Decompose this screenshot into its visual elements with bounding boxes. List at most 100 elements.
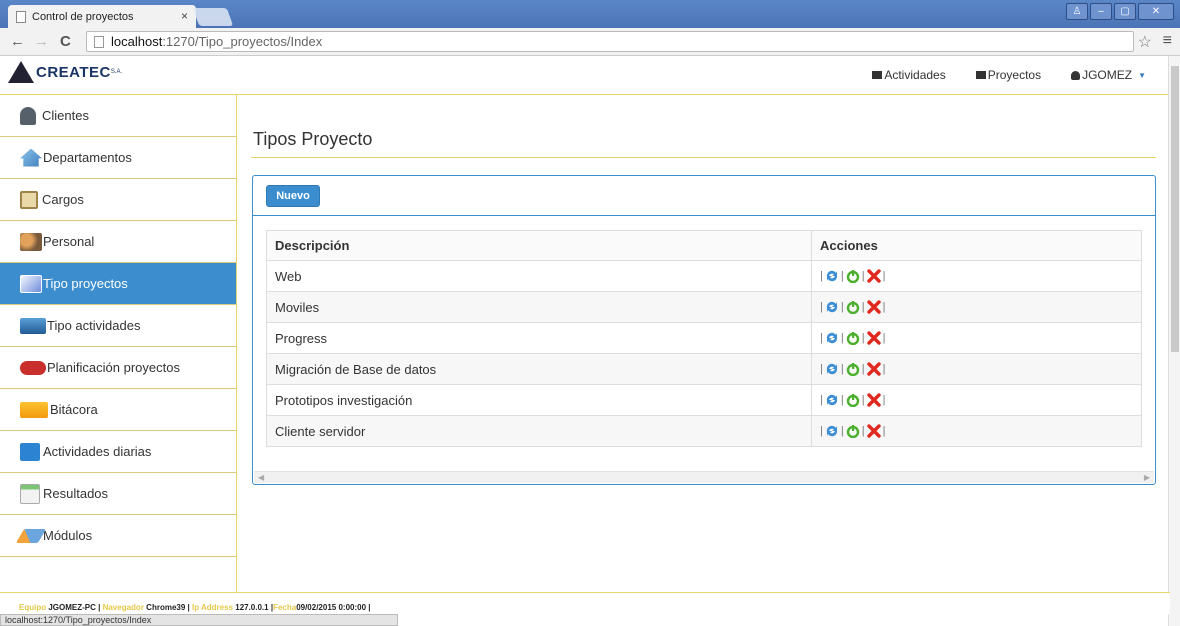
- home-icon: [20, 148, 42, 167]
- edit-icon[interactable]: [825, 424, 839, 438]
- separator: |: [861, 301, 865, 313]
- sidebar-item-label: Personal: [43, 234, 95, 249]
- edit-icon[interactable]: [825, 331, 839, 345]
- action-group: | | | |: [820, 331, 1141, 345]
- title-divider: [251, 157, 1156, 158]
- back-icon[interactable]: ←: [10, 33, 25, 50]
- user-menu[interactable]: JGOMEZ ▼: [1071, 68, 1146, 82]
- new-tab-button[interactable]: [192, 8, 234, 26]
- nav-activities[interactable]: Actividades: [872, 68, 946, 82]
- maximize-icon[interactable]: ▢: [1114, 3, 1136, 20]
- delete-icon[interactable]: [866, 362, 881, 376]
- edit-icon[interactable]: [825, 300, 839, 314]
- bookmark-star-icon[interactable]: ☆: [1138, 32, 1152, 52]
- edit-icon[interactable]: [825, 269, 839, 283]
- delete-icon[interactable]: [866, 424, 881, 438]
- footer-value-equipo: JGOMEZ-PC |: [46, 603, 103, 612]
- sidebar-item-label: Resultados: [43, 486, 109, 501]
- column-header-actions: Acciones: [811, 230, 1142, 261]
- address-bar[interactable]: localhost:1270/Tipo_proyectos/Index: [86, 31, 1134, 52]
- delete-icon[interactable]: [866, 331, 881, 345]
- sidebar-item-label: Tipo actividades: [47, 318, 141, 333]
- delete-icon[interactable]: [866, 393, 881, 407]
- delete-icon[interactable]: [866, 269, 881, 283]
- separator: |: [820, 301, 823, 313]
- sidebar-item-modulos[interactable]: Módulos: [0, 515, 236, 557]
- folder-icon: [20, 317, 46, 334]
- separator: |: [840, 363, 844, 375]
- browser-menu-icon[interactable]: ≡: [1163, 32, 1172, 50]
- row-description: Moviles: [266, 291, 812, 323]
- nav-projects-label: Proyectos: [987, 68, 1042, 82]
- toggle-status-icon[interactable]: [846, 362, 860, 376]
- browser-tab[interactable]: Control de proyectos ×: [8, 5, 196, 28]
- footer-value-ip: 127.0.0.1 |: [233, 603, 274, 612]
- reload-icon[interactable]: C: [60, 33, 71, 50]
- projects-icon: [975, 71, 986, 79]
- separator: |: [840, 301, 844, 313]
- sidebar-item-personal[interactable]: Personal: [0, 221, 236, 263]
- separator: |: [861, 363, 865, 375]
- toggle-status-icon[interactable]: [846, 269, 860, 283]
- edit-icon[interactable]: [825, 362, 839, 376]
- sidebar-item-tipo-proyectos[interactable]: Tipo proyectos: [0, 263, 236, 305]
- user-profile-icon[interactable]: ♙: [1066, 3, 1088, 20]
- separator: |: [882, 363, 886, 375]
- people-icon: [20, 232, 42, 251]
- forward-icon[interactable]: →: [34, 33, 49, 50]
- row-description: Cliente servidor: [266, 415, 812, 447]
- toggle-status-icon[interactable]: [846, 424, 860, 438]
- minimize-icon[interactable]: –: [1090, 3, 1112, 20]
- toggle-status-icon[interactable]: [846, 393, 860, 407]
- new-button[interactable]: Nuevo: [266, 185, 320, 207]
- table-row: Cliente servidor | | | |: [266, 415, 1142, 447]
- separator: |: [820, 425, 823, 437]
- pencil-icon: [15, 528, 47, 543]
- panel-header: Nuevo: [253, 176, 1155, 216]
- separator: |: [820, 270, 823, 282]
- separator: |: [840, 332, 844, 344]
- horizontal-scrollbar[interactable]: ◀ ▶: [254, 471, 1154, 483]
- row-description: Prototipos investigación: [266, 384, 812, 416]
- scrollbar-thumb[interactable]: [1171, 66, 1179, 352]
- nav-projects[interactable]: Proyectos: [975, 68, 1042, 82]
- separator: |: [840, 394, 844, 406]
- scroll-left-icon[interactable]: ◀: [258, 473, 264, 482]
- window-close-icon[interactable]: ✕: [1138, 3, 1174, 20]
- sidebar-item-planificacion-proyectos[interactable]: Planificación proyectos: [0, 347, 236, 389]
- edit-icon[interactable]: [825, 393, 839, 407]
- app-navbar: CREATEC S.A. Actividades Proyectos JGOMEZ…: [0, 56, 1170, 95]
- sidebar-item-tipo-actividades[interactable]: Tipo actividades: [0, 305, 236, 347]
- tab-close-icon[interactable]: ×: [181, 9, 188, 23]
- sidebar-item-actividades-diarias[interactable]: Actividades diarias: [0, 431, 236, 473]
- sidebar-item-departamentos[interactable]: Departamentos: [0, 137, 236, 179]
- scroll-right-icon[interactable]: ▶: [1144, 473, 1150, 482]
- separator: |: [820, 394, 823, 406]
- sidebar-item-clientes[interactable]: Clientes: [0, 95, 236, 137]
- activities-icon: [872, 71, 883, 79]
- brand-logo[interactable]: CREATEC S.A.: [8, 61, 122, 83]
- sidebar-item-label: Departamentos: [43, 150, 132, 165]
- browser-status-bar: localhost:1270/Tipo_proyectos/Index: [0, 614, 398, 626]
- toggle-status-icon[interactable]: [846, 300, 860, 314]
- separator: |: [820, 332, 823, 344]
- footer-label-fecha: Fecha: [273, 603, 297, 612]
- column-header-description: Descripción: [266, 230, 812, 261]
- sidebar-item-resultados[interactable]: Resultados: [0, 473, 236, 515]
- separator: |: [882, 425, 886, 437]
- footer-value-navegador: Chrome39 |: [143, 603, 192, 612]
- window-controls: ♙ – ▢ ✕: [1066, 3, 1174, 20]
- sidebar-item-bitacora[interactable]: Bitácora: [0, 389, 236, 431]
- project-icon: [20, 274, 42, 293]
- footer-label-equipo: Equipo: [19, 603, 47, 612]
- brand-suffix: S.A.: [110, 69, 123, 75]
- table-row: Moviles | | | |: [266, 291, 1142, 323]
- separator: |: [882, 301, 886, 313]
- delete-icon[interactable]: [866, 300, 881, 314]
- sidebar-item-cargos[interactable]: Cargos: [0, 179, 236, 221]
- page-scrollbar[interactable]: [1168, 56, 1180, 626]
- toggle-status-icon[interactable]: [846, 331, 860, 345]
- address-toolbar: ← → C localhost:1270/Tipo_proyectos/Inde…: [0, 28, 1180, 56]
- caret-down-icon: ▼: [1138, 70, 1146, 80]
- logo-triangle-icon: [8, 61, 34, 83]
